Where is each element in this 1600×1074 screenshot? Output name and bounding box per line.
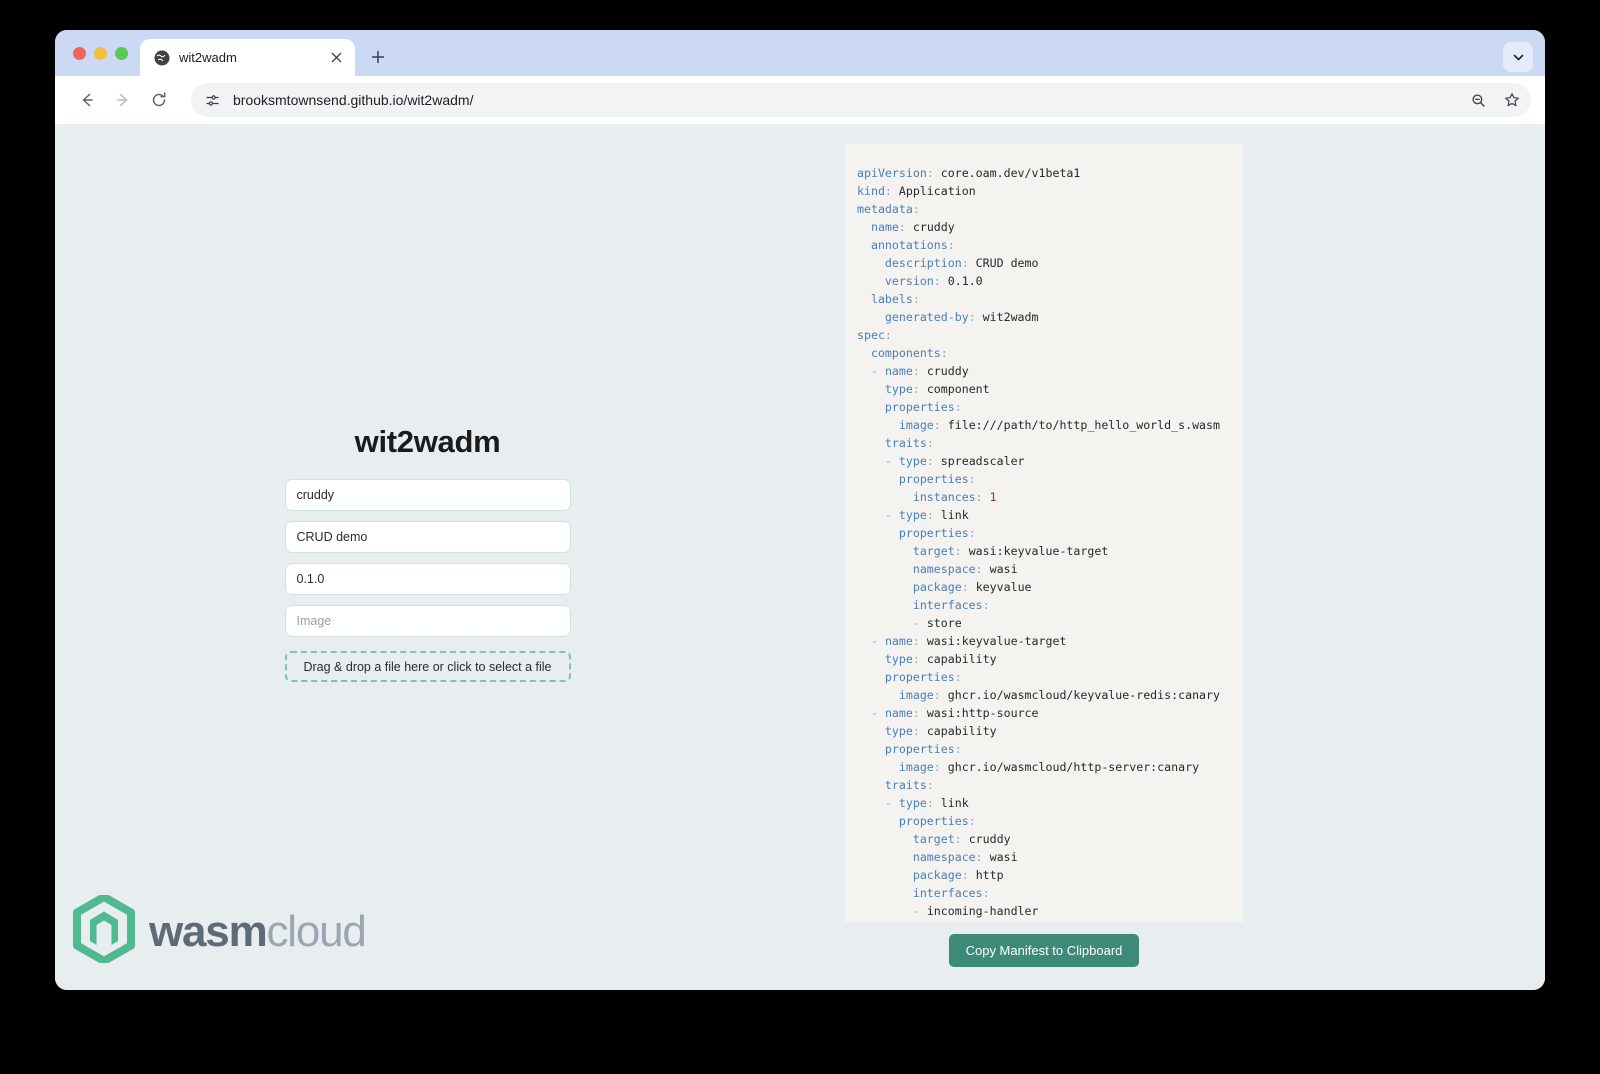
tab-search-button[interactable] [1503,42,1533,72]
description-field[interactable]: CRUD demo [284,521,571,553]
page-title: wit2wadm [354,424,501,459]
file-dropzone[interactable]: Drag & drop a file here or click to sele… [284,651,571,682]
maximize-window-button[interactable] [115,46,128,60]
page-viewport: wit2wadm cruddy CRUD demo 0.1.0 Image Dr… [55,124,1545,990]
yaml-manifest: apiVersion: core.oam.dev/v1beta1 kind: Ap… [857,166,1220,918]
wasmcloud-hexagon-icon [73,893,135,968]
name-field[interactable]: cruddy [284,479,571,511]
browser-tab[interactable]: wit2wadm [140,39,355,76]
close-window-button[interactable] [73,46,86,60]
zoom-out-icon[interactable] [1465,87,1491,113]
tab-strip: wit2wadm [55,30,1545,76]
address-bar[interactable]: brooksmtownsend.github.io/wit2wadm/ [191,83,1531,117]
reload-button[interactable] [143,84,175,116]
manifest-output-panel: apiVersion: core.oam.dev/v1beta1 kind: Ap… [845,144,1243,922]
wasmcloud-wordmark: wasm cloud [149,906,367,956]
minimize-window-button[interactable] [94,46,107,60]
browser-window: wit2wadm brooksmtownsend.github.io/wit2w… [55,30,1545,990]
back-button[interactable] [71,84,103,116]
globe-icon [153,49,170,66]
copy-manifest-button[interactable]: Copy Manifest to Clipboard [948,934,1140,967]
left-column: wit2wadm cruddy CRUD demo 0.1.0 Image Dr… [55,124,800,990]
url-text: brooksmtownsend.github.io/wit2wadm/ [233,92,474,108]
logo-text-primary: wasm [149,906,268,956]
forward-button[interactable] [107,84,139,116]
logo-text-secondary: cloud [266,906,367,956]
tab-title: wit2wadm [179,50,237,65]
star-icon[interactable] [1499,87,1525,113]
version-field[interactable]: 0.1.0 [284,563,571,595]
tune-icon[interactable] [199,87,225,113]
copy-button-container: Copy Manifest to Clipboard [845,934,1243,967]
image-field[interactable]: Image [284,605,571,637]
new-tab-button[interactable] [363,42,393,72]
wasmcloud-logo: wasm cloud [73,893,367,968]
manifest-form: cruddy CRUD demo 0.1.0 Image Drag & drop… [284,479,571,682]
browser-toolbar: brooksmtownsend.github.io/wit2wadm/ [55,76,1545,124]
window-controls [67,30,140,76]
close-tab-icon[interactable] [327,49,345,67]
